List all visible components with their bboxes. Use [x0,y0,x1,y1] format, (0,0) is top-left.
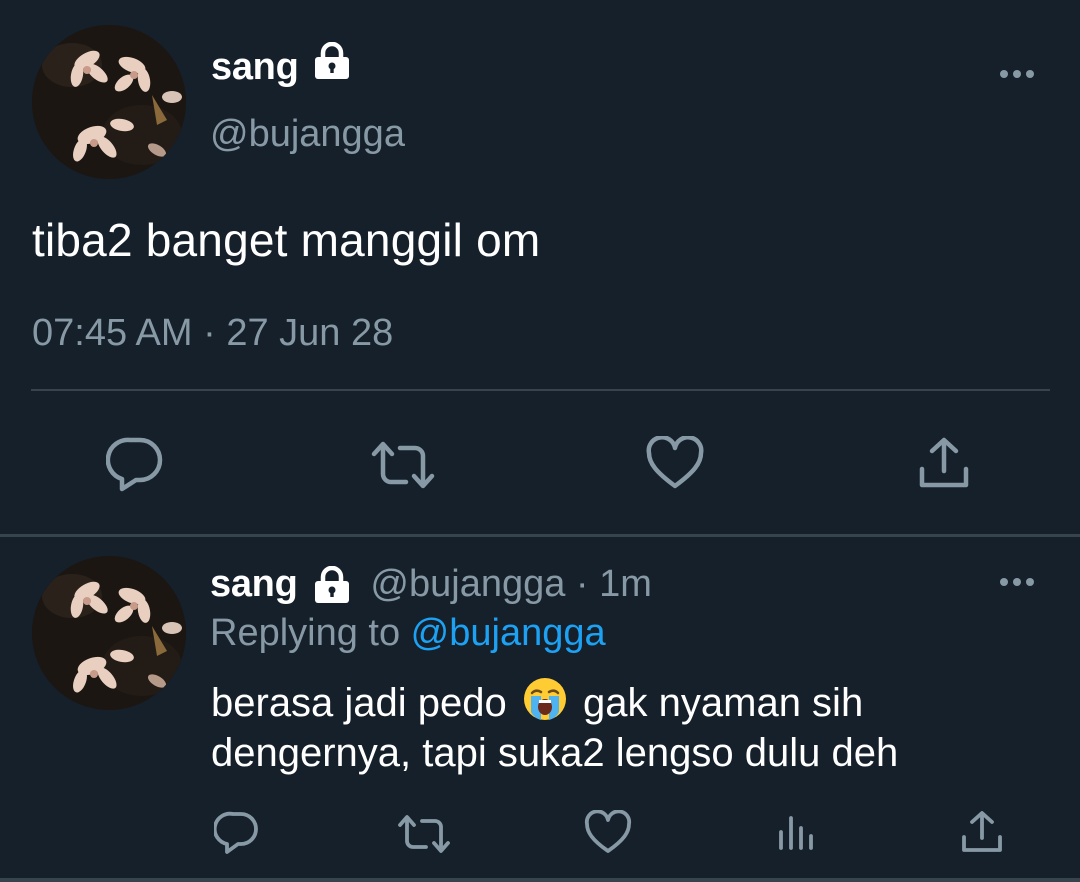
analytics-icon[interactable] [776,812,816,852]
avatar-flowers-image [32,556,186,710]
more-options-icon[interactable] [999,68,1035,80]
display-name[interactable]: sang [210,563,298,606]
like-icon[interactable] [584,810,632,854]
tweet-detail-screen: sang @bujangga tiba2 banget manggil om 0… [0,0,1080,882]
tweet-text: tiba2 banget manggil om [32,214,541,266]
share-icon[interactable] [960,810,1004,854]
like-icon[interactable] [646,436,704,490]
loudly-crying-face-icon [522,676,568,722]
divider [31,389,1050,391]
reply-text: berasa jadi pedo gak nyaman sih dengerny… [211,676,1031,778]
user-handle[interactable]: @bujangga [210,113,405,156]
retweet-icon[interactable] [397,814,451,854]
main-tweet: sang @bujangga tiba2 banget manggil om 0… [0,0,1080,535]
avatar[interactable] [32,25,186,179]
replying-to: Replying to @bujangga [210,612,606,655]
user-handle-and-time[interactable]: @bujangga · 1m [370,563,652,606]
reply-icon[interactable] [106,436,164,492]
lock-icon [315,42,349,79]
replying-to-label: Replying to [210,612,411,654]
section-divider [0,534,1080,537]
avatar-flowers-image [32,25,186,179]
share-icon[interactable] [917,436,971,490]
replying-to-mention[interactable]: @bujangga [411,612,606,654]
avatar[interactable] [32,556,186,710]
bottom-divider [0,878,1080,882]
tweet-timestamp[interactable]: 07:45 AM · 27 Jun 28 [32,312,393,355]
display-name[interactable]: sang [211,46,299,89]
retweet-icon[interactable] [370,440,436,490]
lock-icon [314,565,349,603]
reply-text-part1: berasa jadi pedo [211,681,507,725]
reply-header: sang @bujangga · 1m [210,563,652,611]
more-options-icon[interactable] [999,576,1035,588]
reply-icon[interactable] [214,810,260,856]
